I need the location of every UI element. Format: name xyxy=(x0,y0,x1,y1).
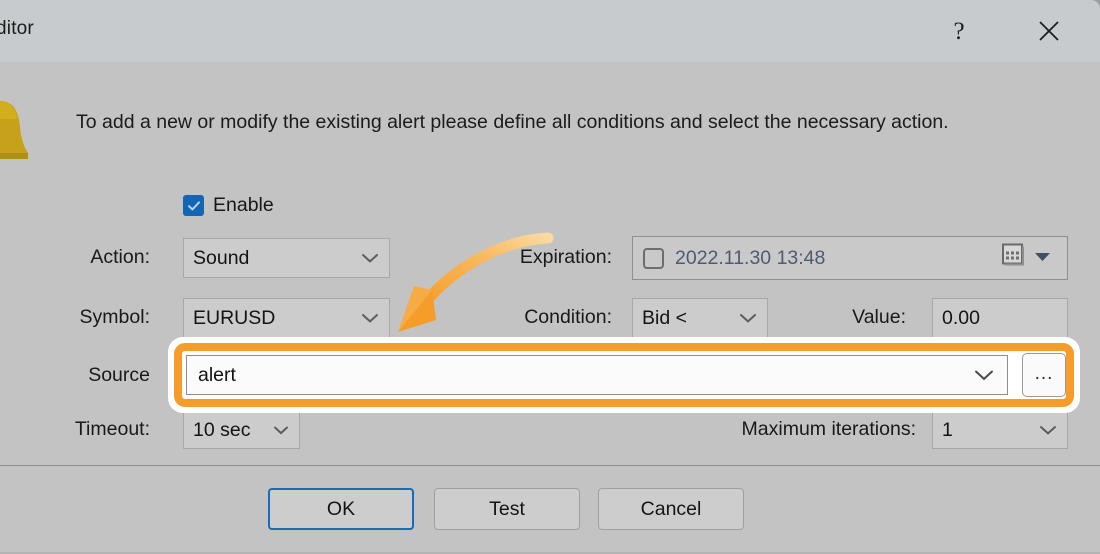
close-button[interactable] xyxy=(1026,10,1072,52)
maximum-iterations-value: 1 xyxy=(942,418,953,441)
value-input[interactable]: 0.00 xyxy=(932,298,1068,338)
symbol-value: EURUSD xyxy=(193,306,276,329)
maximum-iterations-label: Maximum iterations: xyxy=(741,418,916,440)
chevron-down-icon xyxy=(360,252,380,264)
enable-checkbox-row[interactable]: Enable xyxy=(183,194,274,217)
action-value: Sound xyxy=(193,246,250,269)
bell-icon xyxy=(0,97,32,171)
value-label: Value: xyxy=(852,306,906,328)
ok-button[interactable]: OK xyxy=(268,488,414,530)
calendar-dropdown-icon[interactable] xyxy=(1034,249,1051,267)
expiration-label: Expiration: xyxy=(519,246,612,268)
dialog-footer: OK Test Cancel xyxy=(0,466,1100,554)
timeout-label: Timeout: xyxy=(74,418,150,440)
symbol-label: Symbol: xyxy=(79,306,150,328)
question-mark-icon: ? xyxy=(953,17,965,45)
value-value: 0.00 xyxy=(942,306,980,329)
enable-label: Enable xyxy=(213,194,274,216)
chevron-down-icon xyxy=(360,312,380,324)
timeout-value: 10 sec xyxy=(193,418,251,441)
condition-value: Bid < xyxy=(642,306,687,329)
timeout-select[interactable]: 10 sec xyxy=(183,411,300,449)
symbol-select[interactable]: EURUSD xyxy=(183,298,390,338)
maximum-iterations-select[interactable]: 1 xyxy=(932,411,1068,449)
source-value: alert xyxy=(198,363,236,386)
cancel-button[interactable]: Cancel xyxy=(598,488,744,530)
enable-checkbox[interactable] xyxy=(183,195,204,216)
window-title: ditor xyxy=(0,18,34,39)
alert-editor-dialog: ditor ? To add a new or modify the exist… xyxy=(0,0,1100,554)
chevron-down-icon[interactable] xyxy=(973,369,995,382)
source-label: Source xyxy=(88,364,150,386)
calendar-icon[interactable] xyxy=(1001,243,1027,274)
chevron-down-icon xyxy=(272,425,290,436)
action-label: Action: xyxy=(90,246,150,268)
chevron-down-icon xyxy=(1038,424,1058,436)
title-bar: ditor ? xyxy=(0,0,1100,62)
source-row-highlight: alert ... xyxy=(168,337,1080,413)
test-button[interactable]: Test xyxy=(434,488,580,530)
expiration-value: 2022.11.30 13:48 xyxy=(675,246,826,269)
source-browse-button[interactable]: ... xyxy=(1022,353,1066,397)
expiration-field[interactable]: 2022.11.30 13:48 xyxy=(632,236,1068,280)
close-x-icon xyxy=(1037,19,1061,43)
condition-label: Condition: xyxy=(524,306,612,328)
expiration-checkbox[interactable] xyxy=(643,247,664,269)
action-select[interactable]: Sound xyxy=(183,238,390,278)
help-button[interactable]: ? xyxy=(936,10,982,52)
instruction-text: To add a new or modify the existing aler… xyxy=(76,111,949,133)
chevron-down-icon xyxy=(738,312,758,324)
condition-select[interactable]: Bid < xyxy=(632,298,768,338)
source-input[interactable]: alert xyxy=(186,355,1008,395)
